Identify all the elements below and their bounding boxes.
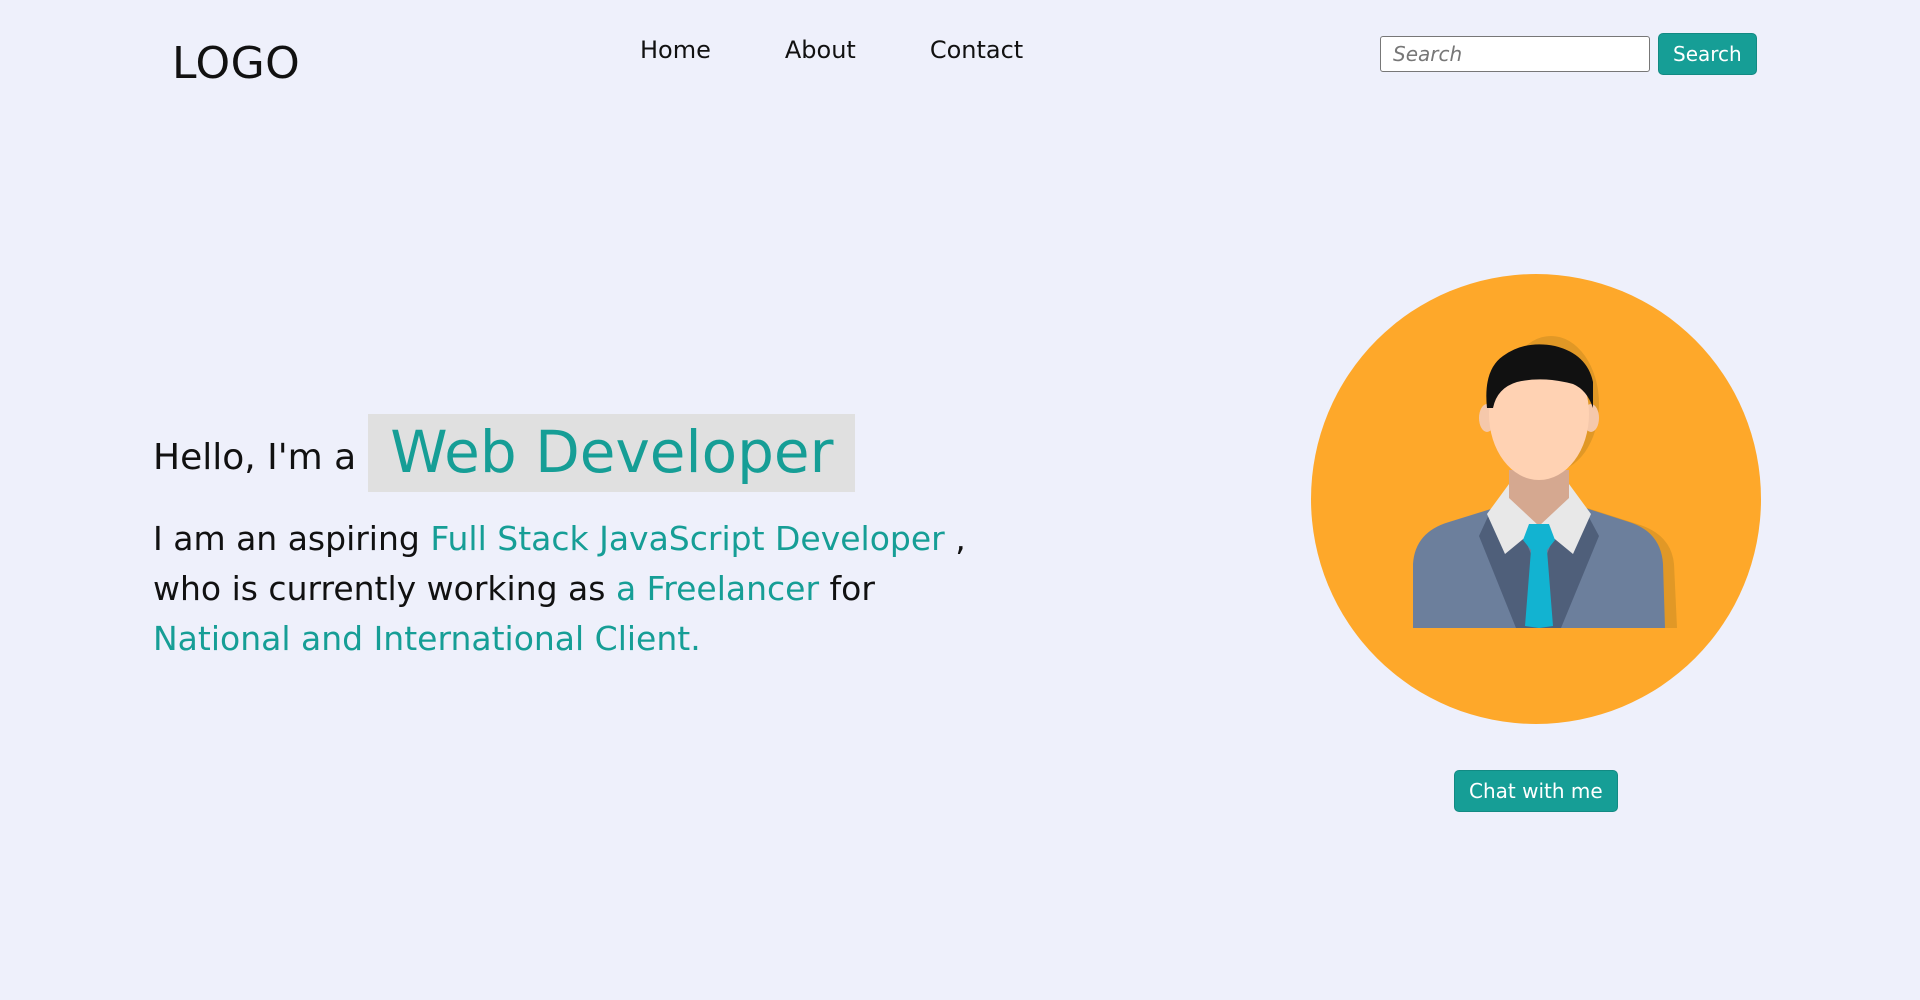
intro-highlight-clients: National and International Client. [153,619,701,658]
search-input[interactable] [1380,36,1650,72]
intro-text: for [819,569,875,608]
page: LOGO Home About Contact Search Hello, I'… [0,0,1920,1000]
nav-link-about[interactable]: About [785,36,856,64]
intro-text: who is currently working as [153,569,616,608]
hero-heading: Hello, I'm a Web Developer [153,414,1033,492]
main-nav: Home About Contact [640,36,1023,64]
nav-link-contact[interactable]: Contact [930,36,1023,64]
businessman-avatar-icon [1311,274,1761,724]
logo[interactable]: LOGO [172,38,300,89]
intro-paragraph: I am an aspiring Full Stack JavaScript D… [153,514,1033,664]
chat-with-me-button[interactable]: Chat with me [1454,770,1618,812]
intro-highlight-fullstack: Full Stack JavaScript Developer [430,519,945,558]
search-button[interactable]: Search [1658,33,1757,75]
nav-link-home[interactable]: Home [640,36,711,64]
search-form: Search [1380,33,1757,75]
intro-text: , [944,519,966,558]
intro-highlight-freelancer: a Freelancer [615,569,820,608]
role-title: Web Developer [368,414,856,492]
hero-section: Hello, I'm a Web Developer I am an aspir… [153,414,1033,664]
intro-text: I am an aspiring [153,519,431,558]
greeting-text: Hello, I'm a [153,437,357,478]
